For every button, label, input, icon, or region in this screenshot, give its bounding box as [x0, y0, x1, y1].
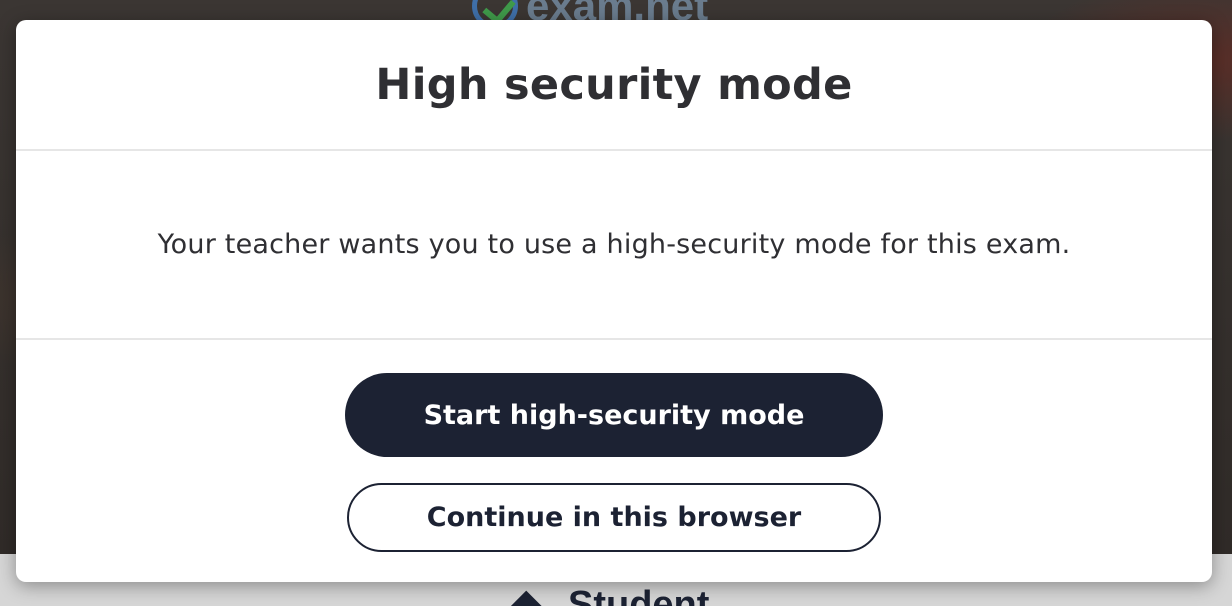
- graduation-cap-icon: [508, 586, 560, 606]
- high-security-modal: High security mode Your teacher wants yo…: [16, 20, 1212, 582]
- modal-header: High security mode: [16, 20, 1212, 151]
- student-label: Student: [568, 584, 710, 606]
- modal-message: Your teacher wants you to use a high-sec…: [157, 229, 1071, 260]
- modal-title: High security mode: [375, 59, 853, 110]
- continue-in-browser-button[interactable]: Continue in this browser: [347, 483, 881, 552]
- modal-footer: Start high-security mode Continue in thi…: [16, 340, 1212, 582]
- start-high-security-button[interactable]: Start high-security mode: [345, 373, 883, 457]
- student-role-option: Student: [508, 586, 709, 606]
- modal-body: Your teacher wants you to use a high-sec…: [16, 151, 1212, 340]
